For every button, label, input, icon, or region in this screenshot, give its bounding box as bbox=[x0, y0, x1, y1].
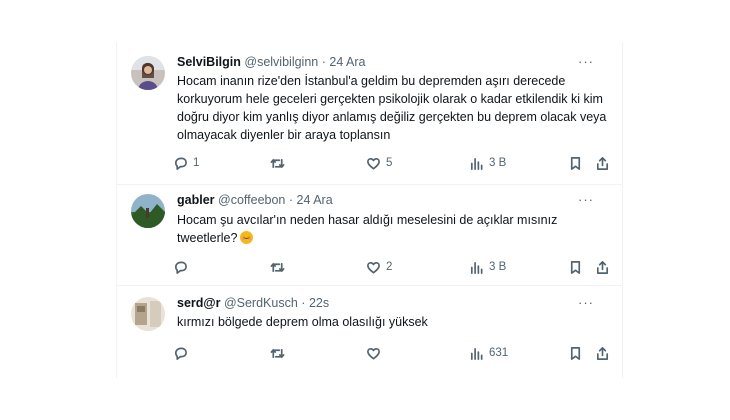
more-icon[interactable]: ··· bbox=[578, 294, 594, 312]
author-name[interactable]: serd@r bbox=[177, 296, 220, 310]
bookmark-button[interactable] bbox=[568, 257, 583, 277]
action-bar: 1 5 3 B bbox=[173, 153, 613, 173]
separator: · bbox=[321, 55, 326, 69]
author-handle[interactable]: @coffeebon bbox=[218, 193, 285, 207]
tweet-header: gabler @coffeebon · 24 Ara ··· bbox=[177, 191, 608, 209]
views-button[interactable]: 3 B bbox=[469, 257, 506, 277]
timestamp[interactable]: 22s bbox=[309, 296, 329, 310]
bookmark-icon bbox=[570, 260, 581, 274]
author-name[interactable]: gabler bbox=[177, 193, 215, 207]
smiling-face-emoji bbox=[240, 231, 254, 244]
more-icon[interactable]: ··· bbox=[578, 53, 594, 71]
separator: · bbox=[301, 296, 306, 310]
reply-icon bbox=[174, 157, 187, 170]
reply-icon bbox=[174, 347, 187, 360]
like-count: 2 bbox=[386, 261, 393, 273]
like-icon bbox=[367, 157, 380, 169]
more-icon[interactable]: ··· bbox=[578, 191, 594, 209]
action-bar: 631 bbox=[173, 343, 613, 363]
tweet-header: SelviBilgin @selvibilginn · 24 Ara ··· bbox=[177, 53, 608, 71]
tweet[interactable]: serd@r @SerdKusch · 22s ··· kırmızı bölg… bbox=[117, 285, 622, 378]
reply-button[interactable] bbox=[173, 257, 193, 277]
retweet-button[interactable] bbox=[270, 343, 290, 363]
views-count: 3 B bbox=[489, 261, 507, 273]
like-icon bbox=[367, 347, 380, 359]
reply-button[interactable]: 1 bbox=[173, 153, 199, 173]
views-count: 3 B bbox=[489, 157, 507, 169]
like-button[interactable]: 2 bbox=[366, 257, 392, 277]
share-button[interactable] bbox=[595, 343, 610, 363]
views-button[interactable]: 3 B bbox=[469, 153, 506, 173]
tweet-text: Hocam inanın rize'den İstanbul'a geldim … bbox=[177, 74, 607, 142]
like-button[interactable] bbox=[366, 343, 386, 363]
views-icon bbox=[470, 347, 483, 360]
views-icon bbox=[470, 157, 483, 170]
views-button[interactable]: 631 bbox=[469, 343, 508, 363]
tweet-header: serd@r @SerdKusch · 22s ··· bbox=[177, 294, 608, 312]
author-handle[interactable]: @SerdKusch bbox=[224, 296, 298, 310]
retweet-icon bbox=[270, 348, 285, 358]
share-icon bbox=[596, 346, 609, 360]
timestamp[interactable]: 24 Ara bbox=[297, 193, 333, 207]
avatar[interactable] bbox=[131, 297, 165, 331]
reply-count: 1 bbox=[193, 157, 200, 169]
tweet-text: Hocam şu avcılar'ın neden hasar aldığı m… bbox=[177, 213, 558, 245]
share-button[interactable] bbox=[595, 257, 610, 277]
bookmark-button[interactable] bbox=[568, 153, 583, 173]
avatar[interactable] bbox=[131, 56, 165, 90]
timestamp[interactable]: 24 Ara bbox=[329, 55, 365, 69]
reply-icon bbox=[174, 261, 187, 274]
tweet[interactable]: SelviBilgin @selvibilginn · 24 Ara ··· H… bbox=[117, 42, 622, 185]
like-button[interactable]: 5 bbox=[366, 153, 392, 173]
author-name[interactable]: SelviBilgin bbox=[177, 55, 241, 69]
share-icon bbox=[596, 260, 609, 274]
bookmark-icon bbox=[570, 156, 581, 170]
separator: · bbox=[288, 193, 294, 207]
avatar[interactable] bbox=[131, 194, 165, 228]
tweet[interactable]: gabler @coffeebon · 24 Ara ··· Hocam şu … bbox=[117, 184, 622, 286]
action-bar: 2 3 B bbox=[173, 257, 613, 277]
reply-feed: SelviBilgin @selvibilginn · 24 Ara ··· H… bbox=[116, 42, 623, 378]
bookmark-button[interactable] bbox=[568, 343, 583, 363]
bookmark-icon bbox=[570, 346, 581, 360]
retweet-icon bbox=[270, 262, 285, 272]
views-icon bbox=[470, 261, 483, 274]
like-icon bbox=[367, 261, 380, 273]
retweet-button[interactable] bbox=[270, 153, 290, 173]
views-count: 631 bbox=[489, 347, 509, 359]
share-button[interactable] bbox=[595, 153, 610, 173]
retweet-icon bbox=[270, 158, 285, 168]
author-handle[interactable]: @selvibilginn bbox=[244, 55, 318, 69]
retweet-button[interactable] bbox=[270, 257, 290, 277]
tweet-text: kırmızı bölgede deprem olma olasılığı yü… bbox=[177, 315, 428, 329]
reply-button[interactable] bbox=[173, 343, 193, 363]
tweet-text-container: Hocam şu avcılar'ın neden hasar aldığı m… bbox=[177, 211, 607, 247]
like-count: 5 bbox=[386, 157, 393, 169]
share-icon bbox=[596, 156, 609, 170]
